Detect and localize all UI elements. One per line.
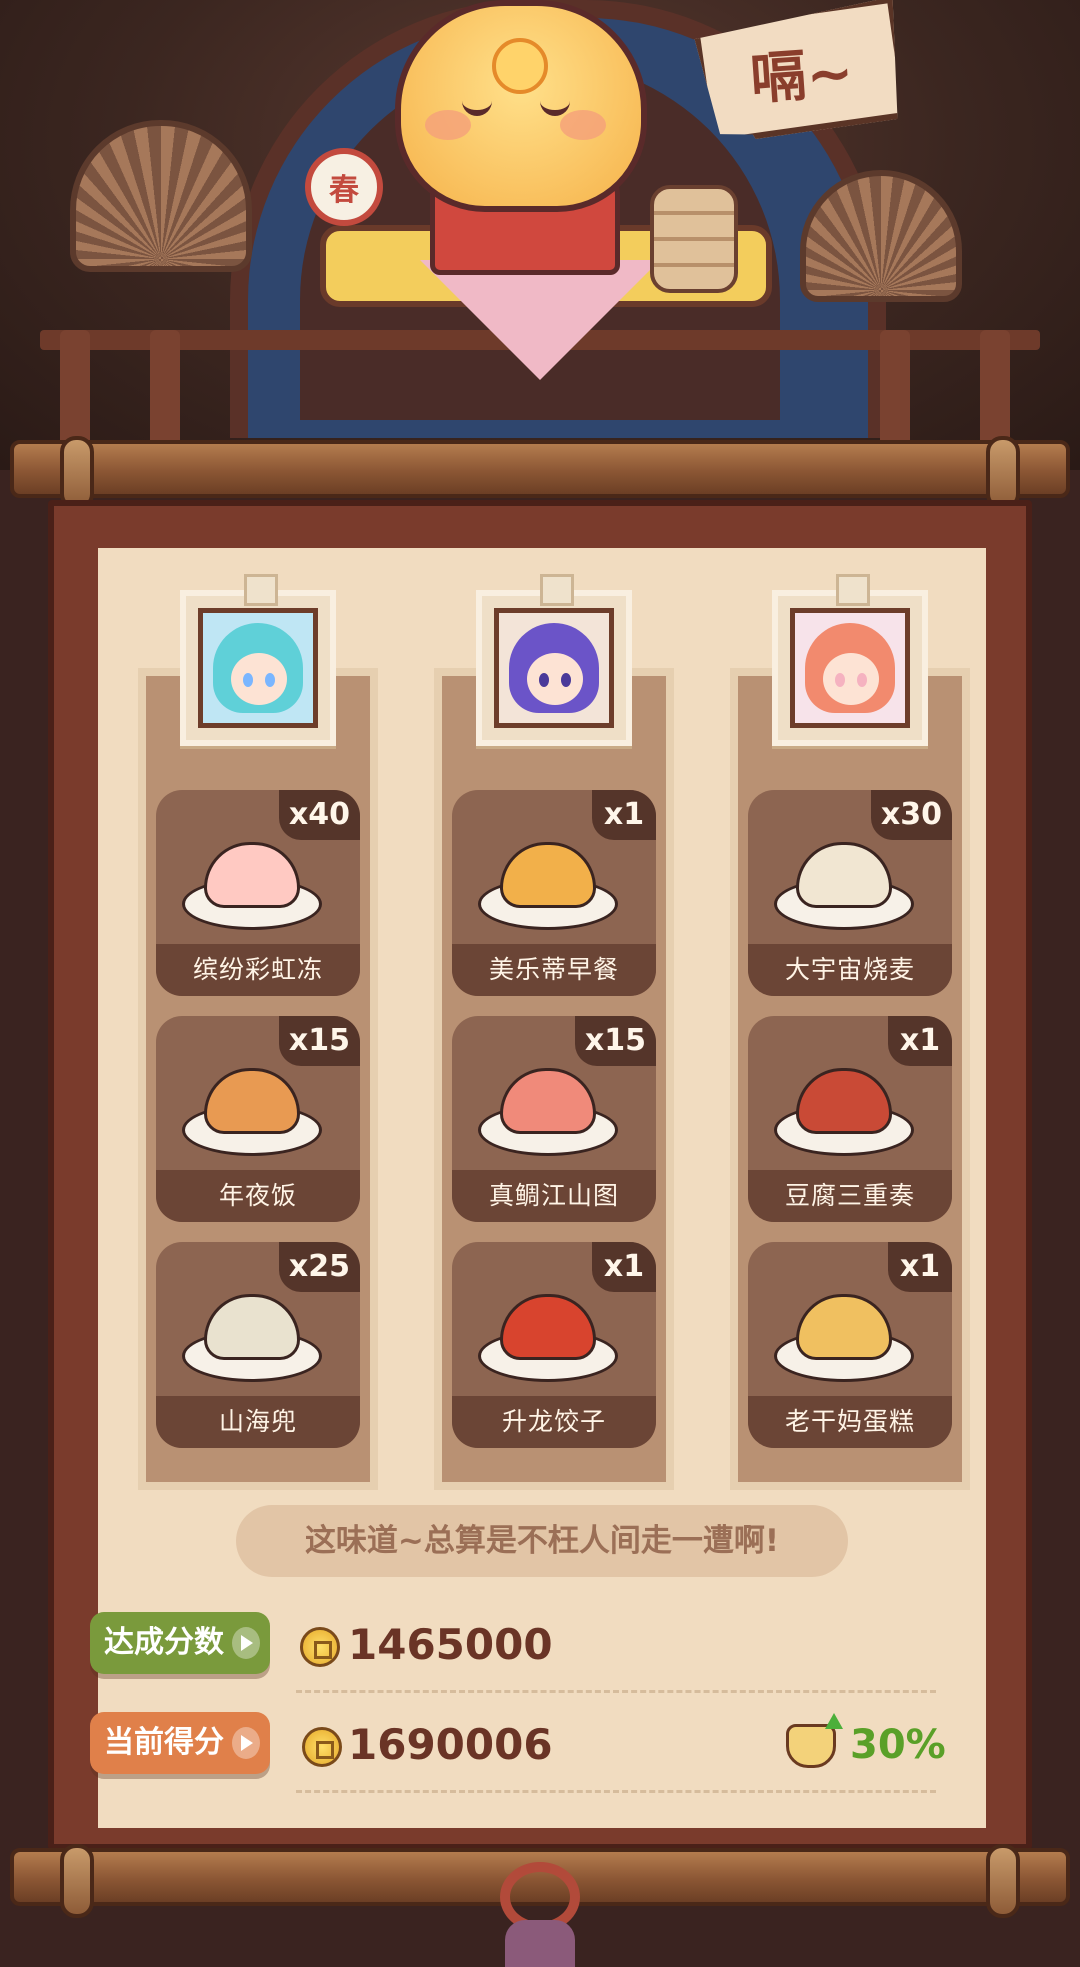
- dish-name: 老干妈蛋糕: [748, 1396, 952, 1448]
- current-score-label: 当前得分: [90, 1712, 270, 1774]
- dish-icon: [774, 1282, 914, 1382]
- drum-text: 春: [329, 173, 359, 208]
- dish-name: 大宇宙烧麦: [748, 944, 952, 996]
- dish-card[interactable]: x15 年夜饭: [156, 1016, 360, 1222]
- dish-count-badge: x1: [592, 790, 656, 840]
- dish-name: 真鲷江山图: [452, 1170, 656, 1222]
- bonus-percent: 30%: [850, 1722, 946, 1768]
- character-portrait: [790, 608, 910, 728]
- dish-card[interactable]: x15 真鲷江山图: [452, 1016, 656, 1222]
- left-fan: [70, 120, 252, 272]
- character-eye: [265, 673, 275, 687]
- coin-icon: [300, 1627, 340, 1667]
- dish-icon: [478, 1282, 618, 1382]
- character-eye: [835, 673, 845, 687]
- character-face: [231, 653, 287, 705]
- dish-card[interactable]: x40 缤纷彩虹冻: [156, 790, 360, 996]
- dish-count-badge: x1: [592, 1242, 656, 1292]
- railing-post: [60, 330, 90, 450]
- mascot-character[interactable]: [395, 0, 647, 212]
- food: [500, 1068, 596, 1134]
- mascot-cheek: [425, 110, 471, 140]
- target-score-value: 1465000: [348, 1620, 553, 1669]
- dish-count-badge: x15: [278, 1016, 360, 1066]
- dish-count-badge: x15: [574, 1016, 656, 1066]
- railing-post: [150, 330, 180, 450]
- dish-name: 升龙饺子: [452, 1396, 656, 1448]
- divider: [296, 1690, 936, 1693]
- frame-pin: [836, 574, 870, 606]
- character-portrait-frame[interactable]: [180, 574, 336, 746]
- frame-pin: [540, 574, 574, 606]
- dish-count-badge: x1: [888, 1016, 952, 1066]
- dish-icon: [774, 830, 914, 930]
- character-face: [527, 653, 583, 705]
- dish-name: 美乐蒂早餐: [452, 944, 656, 996]
- dish-icon: [478, 1056, 618, 1156]
- dish-count-badge: x30: [870, 790, 952, 840]
- mascot-cheek: [560, 110, 606, 140]
- dish-card[interactable]: x1 豆腐三重奏: [748, 1016, 952, 1222]
- scene-background: 春 嗝~: [0, 0, 1080, 470]
- dish-icon: [478, 830, 618, 930]
- railing-post: [980, 330, 1010, 450]
- speech-text: 嗝~: [747, 39, 855, 112]
- dish-card[interactable]: x1 美乐蒂早餐: [452, 790, 656, 996]
- dish-card[interactable]: x1 升龙饺子: [452, 1242, 656, 1448]
- character-eye: [857, 673, 867, 687]
- speech-bubble: 嗝~: [692, 0, 909, 145]
- dish-name: 山海兜: [156, 1396, 360, 1448]
- food: [204, 1294, 300, 1360]
- dish-name: 年夜饭: [156, 1170, 360, 1222]
- scroll-top-rod: [10, 436, 1070, 510]
- dish-count-badge: x40: [278, 790, 360, 840]
- character-eye: [539, 673, 549, 687]
- dish-count-badge: x1: [888, 1242, 952, 1292]
- dish-icon: [774, 1056, 914, 1156]
- dish-count-badge: x25: [278, 1242, 360, 1292]
- target-score-label: 达成分数: [90, 1612, 270, 1674]
- coin-icon: [302, 1727, 342, 1767]
- rod-knob: [60, 1844, 94, 1918]
- character-eye: [243, 673, 253, 687]
- character-portrait-frame[interactable]: [476, 574, 632, 746]
- arrow-right-icon: [232, 1627, 260, 1659]
- dish-name: 缤纷彩虹冻: [156, 944, 360, 996]
- spring-drum-icon: 春: [305, 148, 383, 226]
- food: [500, 842, 596, 908]
- railing-post: [880, 330, 910, 450]
- character-portrait: [198, 608, 318, 728]
- character-portrait: [494, 608, 614, 728]
- bonus-food-icon: [786, 1713, 843, 1768]
- dish-card[interactable]: x25 山海兜: [156, 1242, 360, 1448]
- dish-card[interactable]: x1 老干妈蛋糕: [748, 1242, 952, 1448]
- rod-knob: [986, 1844, 1020, 1918]
- food: [796, 1294, 892, 1360]
- dish-icon: [182, 830, 322, 930]
- character-eye: [561, 673, 571, 687]
- food: [204, 842, 300, 908]
- target-score-label-text: 达成分数: [104, 1625, 224, 1660]
- rod-knob: [986, 436, 1020, 510]
- current-score-label-text: 当前得分: [104, 1725, 224, 1760]
- food: [204, 1068, 300, 1134]
- food: [500, 1294, 596, 1360]
- dish-card[interactable]: x30 大宇宙烧麦: [748, 790, 952, 996]
- character-portrait-frame[interactable]: [772, 574, 928, 746]
- mascot-emblem-icon: [492, 38, 548, 94]
- frame-pin: [244, 574, 278, 606]
- food: [796, 842, 892, 908]
- character-face: [823, 653, 879, 705]
- tassel: [505, 1920, 575, 1967]
- dish-icon: [182, 1282, 322, 1382]
- stacked-bowls-icon: [650, 185, 738, 293]
- rod-knob: [60, 436, 94, 510]
- arrow-right-icon: [232, 1727, 260, 1759]
- dish-icon: [182, 1056, 322, 1156]
- current-score-value: 1690006: [348, 1720, 553, 1769]
- dish-name: 豆腐三重奏: [748, 1170, 952, 1222]
- food: [796, 1068, 892, 1134]
- character-quote: 这味道~总算是不枉人间走一遭啊!: [236, 1505, 848, 1577]
- divider: [296, 1790, 936, 1793]
